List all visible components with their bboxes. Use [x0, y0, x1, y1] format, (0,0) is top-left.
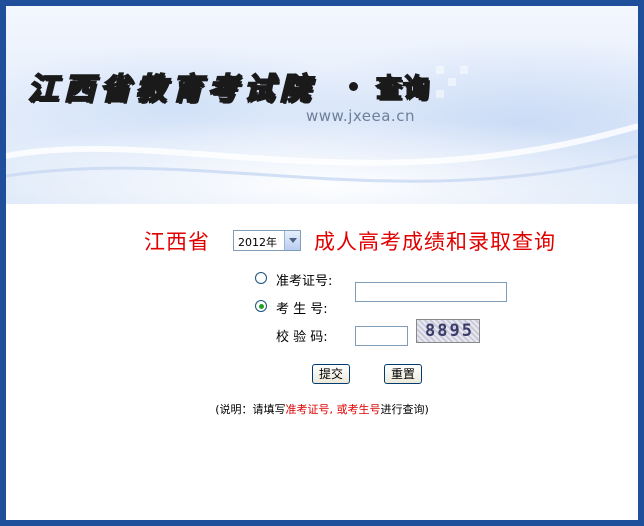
note-prefix: (说明：请填写 [215, 403, 286, 416]
site-title: 江西省教育考试院 [27, 71, 316, 108]
title-separator-dot [349, 82, 358, 91]
note-suffix: 进行查询) [380, 403, 429, 416]
radio-candidate-number[interactable] [255, 300, 267, 312]
label-exam-ticket-number: 准考证号: [276, 274, 333, 289]
label-captcha: 校 验 码: [276, 330, 328, 345]
heading-province: 江西省 [144, 230, 210, 254]
captcha-input[interactable] [355, 326, 408, 346]
label-candidate-number: 考 生 号: [276, 302, 328, 317]
captcha-image[interactable]: 8895 [416, 319, 480, 343]
chevron-down-icon[interactable] [284, 231, 300, 250]
instruction-note: (说明：请填写准考证号, 或考生号进行查询) [6, 401, 638, 417]
site-url: www.jxeea.cn [306, 107, 415, 125]
reset-button[interactable]: 重置 [384, 364, 422, 384]
page-frame: 江西省教育考试院 查询 www.jxeea.cn 江西省 2012年 成人高考成… [6, 6, 638, 520]
submit-button[interactable]: 提交 [312, 364, 350, 384]
header-banner: 江西省教育考试院 查询 www.jxeea.cn [6, 6, 638, 204]
number-input[interactable] [355, 282, 507, 302]
note-highlight: 准考证号, 或考生号 [285, 403, 381, 416]
radio-exam-ticket-number[interactable] [255, 272, 267, 284]
query-heading: 江西省 2012年 成人高考成绩和录取查询 [6, 224, 638, 254]
year-select[interactable]: 2012年 [233, 230, 301, 251]
heading-title: 成人高考成绩和录取查询 [314, 230, 556, 254]
captcha-code: 8895 [425, 321, 474, 341]
year-select-value: 2012年 [238, 236, 277, 249]
site-subtitle: 查询 [375, 73, 431, 105]
